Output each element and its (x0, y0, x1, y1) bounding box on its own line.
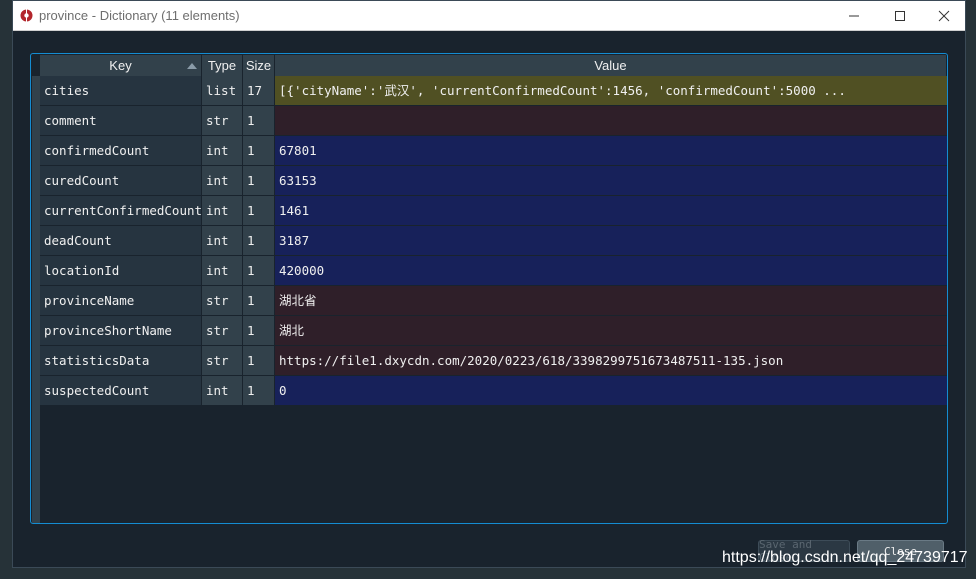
table-row[interactable]: comment str 1 (40, 106, 947, 136)
table-row[interactable]: confirmedCount int 1 67801 (40, 136, 947, 166)
column-header-key[interactable]: Key (40, 55, 202, 76)
column-header-type[interactable]: Type (202, 55, 243, 76)
size-cell: 1 (243, 196, 274, 225)
table-row[interactable]: locationId int 1 420000 (40, 256, 947, 286)
minimize-icon (849, 15, 859, 17)
type-cell: str (202, 286, 242, 315)
spyder-app-icon (20, 9, 33, 22)
size-cell: 1 (243, 166, 274, 195)
title-bar: province - Dictionary (11 elements) (13, 1, 965, 31)
key-cell[interactable]: confirmedCount (40, 136, 201, 165)
key-cell[interactable]: curedCount (40, 166, 201, 195)
value-cell[interactable]: 420000 (275, 256, 947, 285)
table-row[interactable]: cities list 17 [{'cityName':'武汉', 'curre… (40, 76, 947, 106)
type-cell: list (202, 76, 242, 105)
key-cell[interactable]: provinceShortName (40, 316, 201, 345)
size-cell: 1 (243, 376, 274, 405)
type-cell: int (202, 196, 242, 225)
key-cell[interactable]: statisticsData (40, 346, 201, 375)
table-row[interactable]: suspectedCount int 1 0 (40, 376, 947, 406)
value-cell[interactable]: 0 (275, 376, 947, 405)
column-header-value-label: Value (594, 58, 627, 73)
watermark-text: https://blog.csdn.net/qq_24739717 (722, 549, 968, 566)
column-header-size-label: Size (245, 58, 272, 73)
table-row[interactable]: statisticsData str 1 https://file1.dxycd… (40, 346, 947, 376)
type-cell: int (202, 256, 242, 285)
vertical-header (32, 76, 40, 523)
minimize-button[interactable] (831, 1, 877, 31)
close-window-button[interactable] (921, 1, 967, 31)
value-cell[interactable]: 1461 (275, 196, 947, 225)
table-row[interactable]: deadCount int 1 3187 (40, 226, 947, 256)
table-header: Key Type Size Value (40, 55, 946, 76)
size-cell: 1 (243, 256, 274, 285)
value-cell[interactable]: 湖北 (275, 316, 947, 345)
size-cell: 1 (243, 226, 274, 255)
key-cell[interactable]: provinceName (40, 286, 201, 315)
key-cell[interactable]: comment (40, 106, 201, 135)
value-cell[interactable]: 67801 (275, 136, 947, 165)
type-cell: str (202, 346, 242, 375)
type-cell: int (202, 136, 242, 165)
column-header-value[interactable]: Value (275, 55, 946, 76)
column-header-size[interactable]: Size (243, 55, 275, 76)
key-cell[interactable]: cities (40, 76, 201, 105)
size-cell: 17 (243, 76, 274, 105)
size-cell: 1 (243, 286, 274, 315)
size-cell: 1 (243, 106, 274, 135)
type-cell: str (202, 106, 242, 135)
background-editor-right (966, 0, 976, 579)
maximize-icon (895, 11, 905, 21)
type-cell: int (202, 376, 242, 405)
value-cell[interactable]: [{'cityName':'武汉', 'currentConfirmedCoun… (275, 76, 947, 105)
table-row[interactable]: currentConfirmedCount int 1 1461 (40, 196, 947, 226)
maximize-button[interactable] (877, 1, 923, 31)
key-cell[interactable]: suspectedCount (40, 376, 201, 405)
value-cell[interactable]: https://file1.dxycdn.com/2020/0223/618/3… (275, 346, 947, 375)
type-cell: int (202, 166, 242, 195)
type-cell: int (202, 226, 242, 255)
table-row[interactable]: curedCount int 1 63153 (40, 166, 947, 196)
value-cell[interactable]: 湖北省 (275, 286, 947, 315)
background-editor-bottom (0, 568, 976, 579)
column-header-type-label: Type (207, 58, 237, 73)
key-cell[interactable]: locationId (40, 256, 201, 285)
dictionary-editor-dialog: province - Dictionary (11 elements) Key (12, 0, 966, 568)
value-cell[interactable]: 3187 (275, 226, 947, 255)
table-row[interactable]: provinceShortName str 1 湖北 (40, 316, 947, 346)
window-title: province - Dictionary (11 elements) (39, 8, 240, 23)
value-cell[interactable]: 63153 (275, 166, 947, 195)
type-cell: str (202, 316, 242, 345)
value-cell[interactable] (275, 106, 947, 135)
key-cell[interactable]: deadCount (40, 226, 201, 255)
size-cell: 1 (243, 316, 274, 345)
size-cell: 1 (243, 346, 274, 375)
close-icon (938, 10, 950, 22)
column-header-key-label: Key (109, 58, 132, 73)
table-row[interactable]: provinceName str 1 湖北省 (40, 286, 947, 316)
dictionary-table: Key Type Size Value cities list 17 [{'ci… (30, 53, 948, 524)
key-cell[interactable]: currentConfirmedCount (40, 196, 201, 225)
sort-ascending-icon (187, 63, 197, 69)
size-cell: 1 (243, 136, 274, 165)
background-editor-left (0, 0, 12, 579)
